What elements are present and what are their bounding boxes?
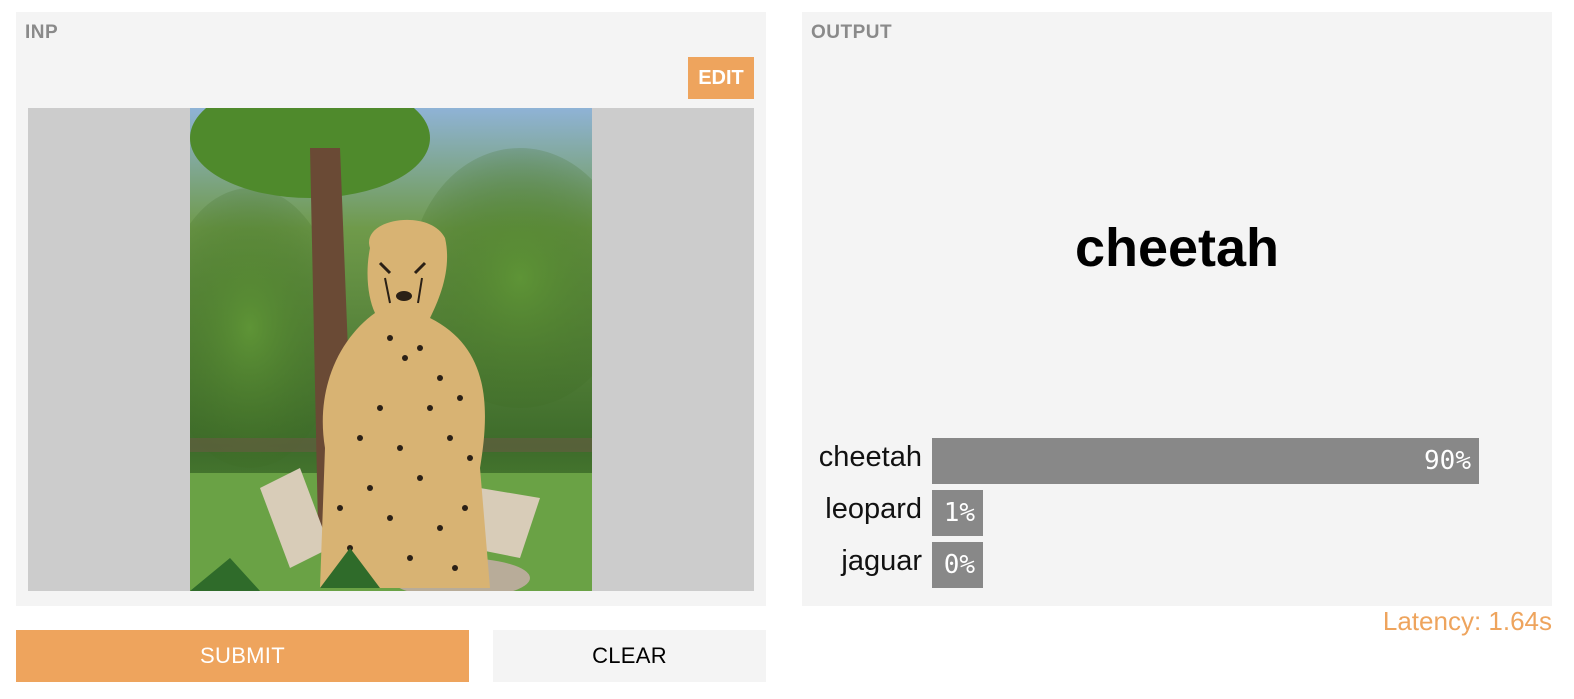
confidence-row: cheetah 90% <box>802 438 1552 484</box>
confidence-value: 90% <box>1424 446 1471 476</box>
confidence-row: leopard 1% <box>802 490 1552 536</box>
confidence-bar: 90% <box>932 438 1479 484</box>
image-input-area[interactable] <box>28 108 754 591</box>
output-panel: OUTPUT cheetah cheetah 90% leopard 1% ja… <box>802 12 1552 606</box>
confidence-row: jaguar 0% <box>802 542 1552 588</box>
confidence-label: leopard <box>825 493 922 525</box>
submit-button[interactable]: SUBMIT <box>16 630 469 682</box>
confidence-value: 1% <box>943 498 975 528</box>
output-panel-label: OUTPUT <box>811 22 893 43</box>
clear-button[interactable]: CLEAR <box>493 630 766 682</box>
input-panel-label: INP <box>25 22 59 43</box>
confidence-label: cheetah <box>818 441 922 473</box>
predicted-label: cheetah <box>1074 218 1280 278</box>
edit-button[interactable]: EDIT <box>688 57 754 99</box>
confidence-bar: 0% <box>932 542 983 588</box>
confidence-bar: 1% <box>932 490 983 536</box>
cheetah-photo <box>190 108 592 591</box>
input-panel: INP EDIT <box>16 12 766 606</box>
confidence-value: 0% <box>943 550 975 580</box>
confidence-label: jaguar <box>841 545 922 577</box>
latency-text: Latency: 1.64s <box>1382 606 1552 636</box>
